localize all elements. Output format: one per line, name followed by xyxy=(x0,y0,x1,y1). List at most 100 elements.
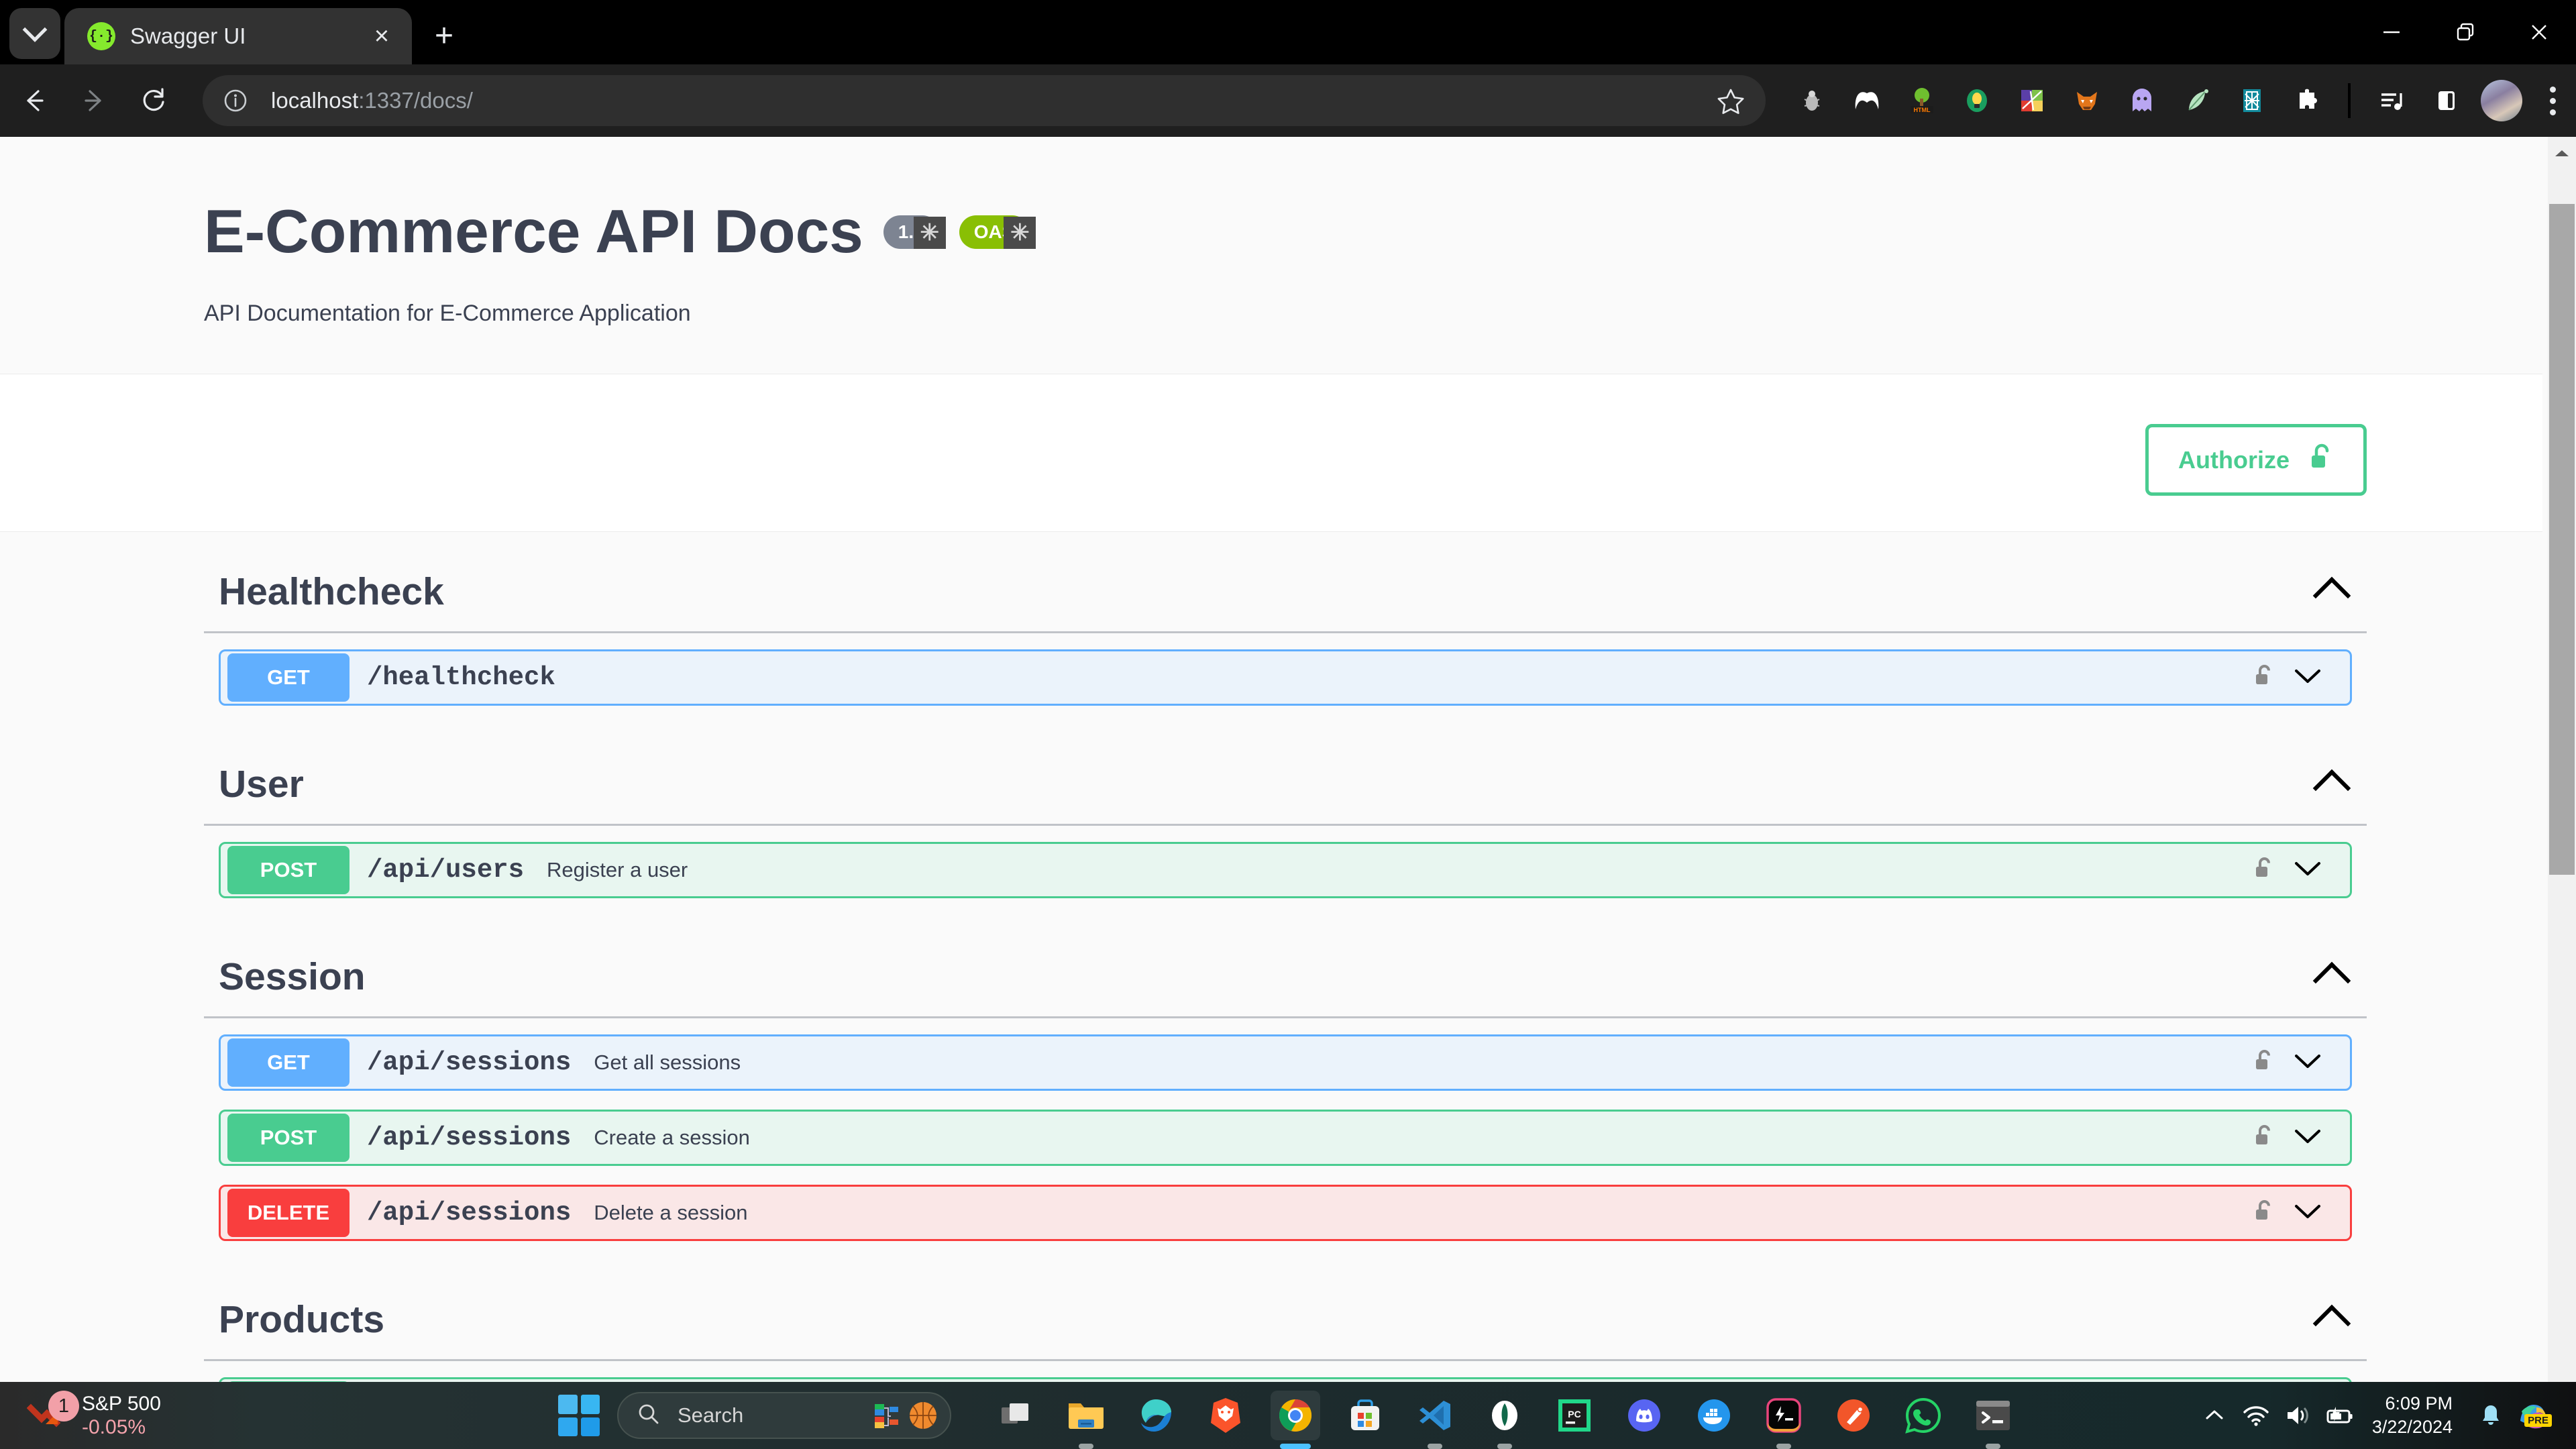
microsoft-store-icon[interactable] xyxy=(1340,1391,1390,1440)
info-circle-icon[interactable] xyxy=(220,85,251,116)
bell-icon[interactable] xyxy=(2470,1395,2512,1436)
toolbar-divider xyxy=(2348,83,2351,118)
operation-row[interactable]: GET /api/sessions Get all sessions xyxy=(219,1034,2352,1091)
scroll-up-arrow-icon[interactable] xyxy=(2548,144,2576,164)
windows-start-icon[interactable] xyxy=(558,1395,600,1436)
back-arrow-icon[interactable] xyxy=(9,72,60,129)
tag-header-session[interactable]: Session xyxy=(204,917,2367,1018)
tag-header-products[interactable]: Products xyxy=(204,1260,2367,1361)
new-tab-button[interactable]: + xyxy=(435,20,453,52)
search-thumbnail xyxy=(873,1399,939,1432)
ghost-icon[interactable] xyxy=(2114,73,2169,128)
malwarebytes-icon[interactable] xyxy=(1839,73,1894,128)
profile-avatar[interactable] xyxy=(2474,73,2529,128)
google-chrome-icon[interactable] xyxy=(1271,1391,1320,1449)
unlock-icon xyxy=(2308,442,2334,478)
tag-header-user[interactable]: User xyxy=(204,724,2367,826)
windows-terminal-icon[interactable] xyxy=(1968,1391,2018,1449)
url-host: localhost xyxy=(271,88,359,113)
tab-swagger-ui[interactable]: {·} Swagger UI × xyxy=(64,8,412,64)
docker-icon[interactable] xyxy=(1689,1391,1739,1440)
html-tree-icon[interactable]: HTML xyxy=(1894,73,1949,128)
mongodb-compass-icon[interactable] xyxy=(1480,1391,1529,1449)
trending-down-icon: 1 xyxy=(26,1391,79,1436)
chevron-down-icon xyxy=(22,17,48,42)
operation-controls xyxy=(2253,1048,2323,1078)
side-panel-icon[interactable] xyxy=(2419,73,2474,128)
taskbar-clock[interactable]: 6:09 PM 3/22/2024 xyxy=(2372,1392,2453,1439)
tray-overflow-chevron-up-icon[interactable] xyxy=(2194,1395,2235,1436)
address-bar-text: localhost:1337/docs/ xyxy=(271,88,1711,113)
file-explorer-icon[interactable] xyxy=(1061,1391,1111,1449)
discord-icon[interactable] xyxy=(1619,1391,1669,1440)
running-indicator xyxy=(1079,1444,1093,1449)
unlock-icon[interactable] xyxy=(2253,663,2275,693)
close-icon[interactable]: × xyxy=(366,23,397,49)
avatar[interactable] xyxy=(2481,80,2523,121)
unlock-icon[interactable] xyxy=(2253,1048,2275,1078)
task-view-icon[interactable] xyxy=(991,1391,1041,1440)
pycharm-icon[interactable]: PC xyxy=(1550,1391,1599,1440)
operation-row[interactable]: POST /api/users Register a user xyxy=(219,842,2352,898)
page-scrollbar[interactable] xyxy=(2548,137,2576,1382)
operation-row[interactable]: GET /healthcheck xyxy=(219,649,2352,706)
restore-icon[interactable] xyxy=(2428,0,2502,64)
battery-charging-icon[interactable] xyxy=(2318,1395,2360,1436)
colorful-grid-icon[interactable] xyxy=(2004,73,2059,128)
chevron-down-icon[interactable] xyxy=(2292,859,2323,882)
warp-terminal-icon[interactable] xyxy=(1759,1391,1809,1449)
window-close-icon[interactable] xyxy=(2502,0,2576,64)
tag-header-healthcheck[interactable]: Healthcheck xyxy=(204,532,2367,633)
cursor-overlay-icon: ✳ xyxy=(913,217,946,249)
copilot-icon[interactable]: PRE xyxy=(2512,1395,2553,1436)
kebab-menu-icon[interactable] xyxy=(2529,73,2576,128)
operation-row[interactable]: DELETE /api/sessions Delete a session xyxy=(219,1185,2352,1241)
chevron-down-icon[interactable] xyxy=(2292,1051,2323,1075)
system-tray: 6:09 PM 3/22/2024 PRE xyxy=(2194,1382,2576,1449)
chevron-up-icon[interactable] xyxy=(2312,769,2351,808)
postman-icon[interactable] xyxy=(1829,1391,1878,1440)
bug-icon[interactable] xyxy=(1784,73,1839,128)
teal-emblem-icon[interactable] xyxy=(2224,73,2279,128)
chevron-up-icon[interactable] xyxy=(2312,576,2351,615)
chevron-down-icon[interactable] xyxy=(2292,1201,2323,1225)
media-playlist-icon[interactable] xyxy=(2364,73,2419,128)
stock-name: S&P 500 xyxy=(82,1392,161,1415)
metamask-fox-icon[interactable] xyxy=(2059,73,2114,128)
brave-browser-icon[interactable] xyxy=(1201,1391,1250,1440)
unlock-icon[interactable] xyxy=(2253,855,2275,885)
unlock-icon[interactable] xyxy=(2253,1198,2275,1228)
operation-row[interactable]: POST /api/sessions Create a session xyxy=(219,1110,2352,1166)
chevron-up-icon[interactable] xyxy=(2312,961,2351,1000)
authorize-label: Authorize xyxy=(2178,445,2290,474)
wifi-icon[interactable] xyxy=(2235,1395,2277,1436)
copilot-preview-badge: PRE xyxy=(2524,1414,2552,1427)
forward-arrow-icon[interactable] xyxy=(69,72,119,129)
url-path: :1337/docs/ xyxy=(358,88,473,113)
volume-icon[interactable] xyxy=(2277,1395,2318,1436)
search-input[interactable]: Search xyxy=(617,1392,951,1439)
star-icon[interactable] xyxy=(1711,80,1751,121)
vs-code-icon[interactable] xyxy=(1410,1391,1460,1449)
microsoft-edge-icon[interactable] xyxy=(1131,1391,1181,1440)
scroll-thumb[interactable] xyxy=(2549,204,2575,875)
reload-icon[interactable] xyxy=(128,72,178,129)
feather-icon[interactable] xyxy=(2169,73,2224,128)
swagger-ui-page: E-Commerce API Docs 1.0 ✳ OAS ✳ API Docu… xyxy=(0,137,2542,1382)
unlock-icon[interactable] xyxy=(2253,1123,2275,1153)
operation-controls xyxy=(2253,1198,2323,1228)
operation-row[interactable]: POST /api/products Create a new product xyxy=(219,1377,2352,1382)
address-bar[interactable]: localhost:1337/docs/ xyxy=(203,75,1766,126)
tab-search-button[interactable] xyxy=(9,8,60,59)
chevron-up-icon[interactable] xyxy=(2312,1304,2351,1343)
tag-name: User xyxy=(219,763,304,806)
chevron-down-icon[interactable] xyxy=(2292,666,2323,690)
operation-summary: Delete a session xyxy=(594,1201,748,1224)
extensions-puzzle-icon[interactable] xyxy=(2279,73,2334,128)
whatsapp-icon[interactable] xyxy=(1898,1391,1948,1440)
minimize-icon[interactable] xyxy=(2355,0,2428,64)
authorize-button[interactable]: Authorize xyxy=(2145,424,2367,496)
lightbulb-idea-icon[interactable] xyxy=(1949,73,2004,128)
chevron-down-icon[interactable] xyxy=(2292,1126,2323,1150)
stock-widget[interactable]: 1 S&P 500 -0.05% xyxy=(26,1391,161,1440)
